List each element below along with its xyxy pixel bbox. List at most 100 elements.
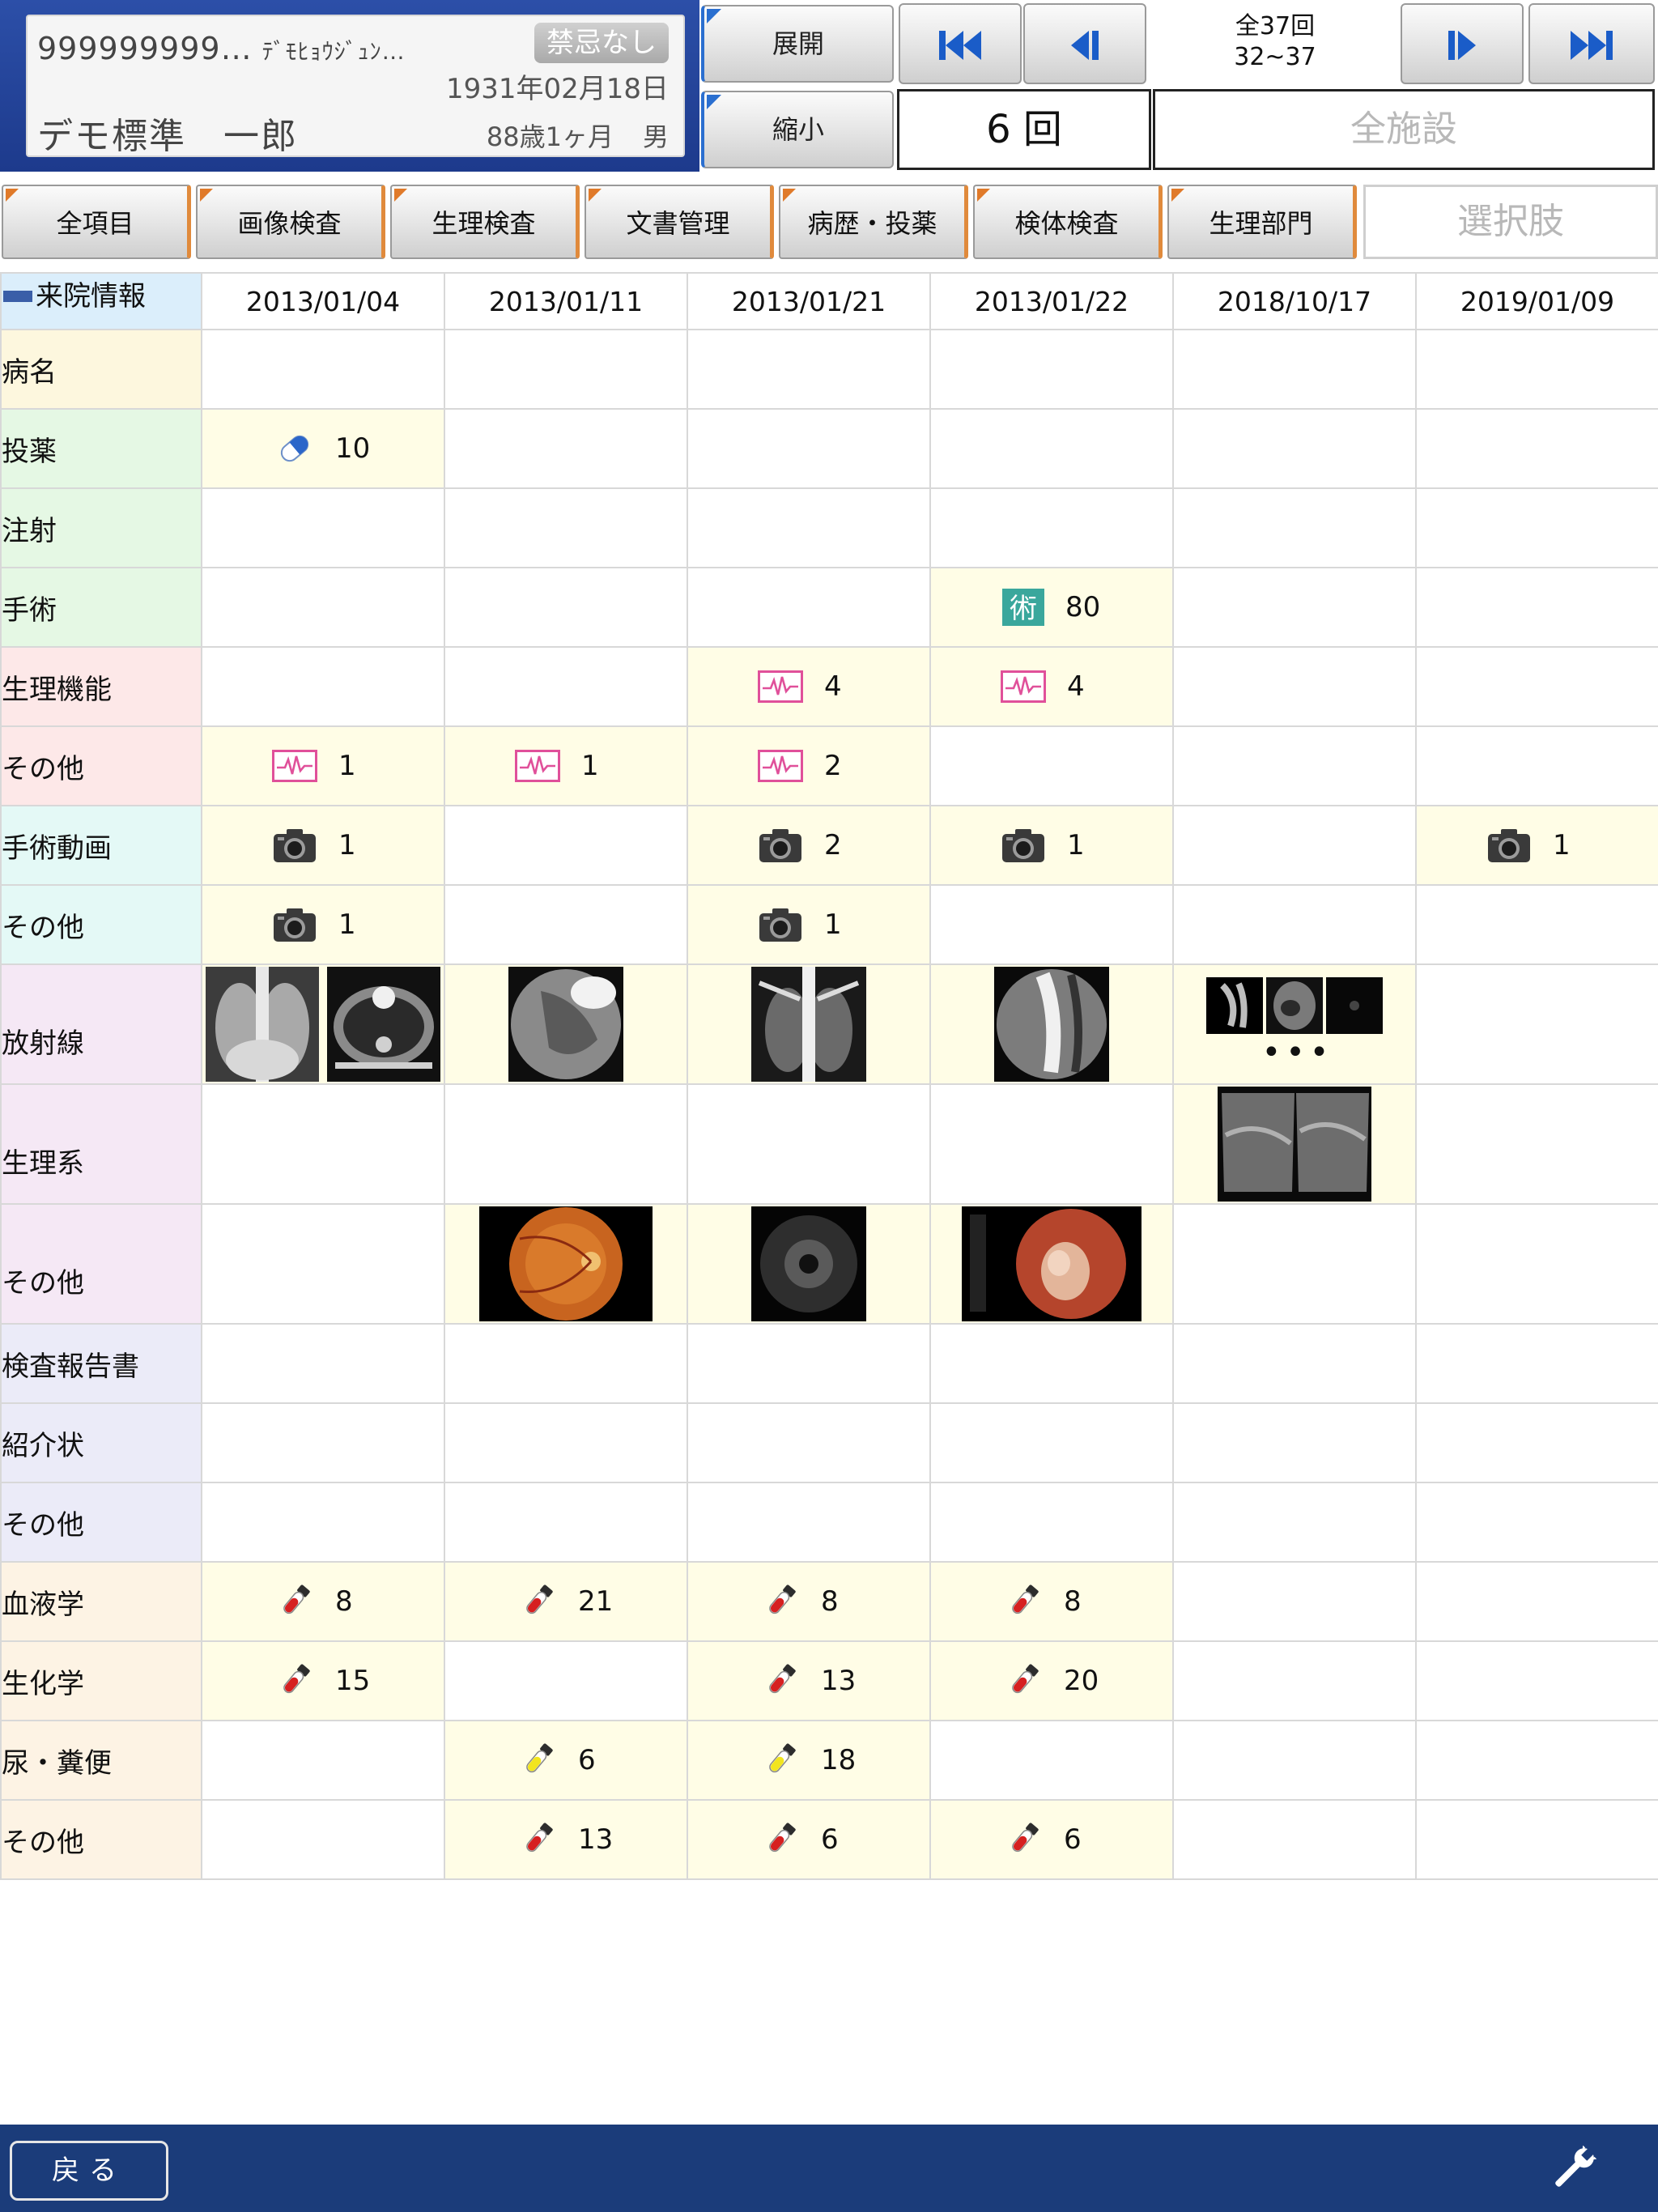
table-row: その他: [0, 1482, 1658, 1563]
endoscopy-thumbnail[interactable]: [962, 1206, 1141, 1321]
grid-cell: [1415, 1720, 1658, 1801]
step-back-icon: [1071, 31, 1099, 60]
tab-history-medication[interactable]: 病歴・投薬: [779, 185, 968, 259]
lab-cell[interactable]: 6: [444, 1720, 688, 1801]
fluoroscopy-thumbnail[interactable]: [508, 967, 623, 1082]
lab-cell[interactable]: 21: [444, 1561, 688, 1642]
radiology-cell[interactable]: [687, 963, 931, 1085]
tab-all[interactable]: 全項目: [2, 185, 191, 259]
tab-specimen[interactable]: 検体検査: [973, 185, 1163, 259]
video-cell[interactable]: 1: [1415, 805, 1658, 886]
radiology-cell[interactable]: [444, 963, 688, 1085]
radiology-cell[interactable]: [929, 963, 1174, 1085]
row-label: 手術: [0, 567, 202, 648]
facility-select[interactable]: 全施設: [1153, 89, 1655, 170]
lab-cell[interactable]: 8: [687, 1561, 931, 1642]
visit-count-display[interactable]: 6 回: [897, 89, 1151, 170]
table-row: 病名: [0, 329, 1658, 410]
video-cell[interactable]: 1: [201, 884, 445, 965]
medication-cell[interactable]: 10: [201, 408, 445, 489]
date-column-header[interactable]: 2013/01/22: [929, 272, 1174, 330]
blood-tube-icon: [761, 1820, 800, 1859]
lab-cell[interactable]: 8: [201, 1561, 445, 1642]
video-cell[interactable]: 2: [687, 805, 931, 886]
more-images-indicator[interactable]: •••: [1262, 1034, 1334, 1071]
grid-cell: [444, 1323, 688, 1404]
head-ct-thumbnail[interactable]: [1266, 977, 1323, 1034]
option-select[interactable]: 選択肢: [1363, 185, 1658, 259]
grid-cell: [1415, 1203, 1658, 1325]
date-column-header[interactable]: 2013/01/11: [444, 272, 688, 330]
lab-cell[interactable]: 13: [687, 1640, 931, 1721]
grid-cell: [201, 487, 445, 568]
fundus-photo-thumbnail[interactable]: [479, 1206, 653, 1321]
date-column-header[interactable]: 2013/01/21: [687, 272, 931, 330]
first-page-button[interactable]: [899, 3, 1022, 84]
lab-cell[interactable]: 13: [444, 1799, 688, 1880]
grid-cell: [1415, 725, 1658, 806]
grid-cell: [929, 1482, 1174, 1563]
physiology-cell[interactable]: 1: [201, 725, 445, 806]
prev-page-button[interactable]: [1023, 3, 1146, 84]
ct-3d-thumbnail[interactable]: [1206, 977, 1263, 1034]
date-column-header[interactable]: 2013/01/04: [201, 272, 445, 330]
blood-tube-icon: [518, 1582, 557, 1621]
date-column-header[interactable]: 2019/01/09: [1415, 272, 1658, 330]
table-row: 検査報告書: [0, 1323, 1658, 1404]
chest-xray-thumbnail[interactable]: [751, 967, 866, 1082]
surgery-cell[interactable]: 術 80: [929, 567, 1174, 648]
video-cell[interactable]: 1: [201, 805, 445, 886]
image-cell[interactable]: [929, 1203, 1174, 1325]
lab-cell[interactable]: 8: [929, 1561, 1174, 1642]
shrink-button[interactable]: 縮小: [701, 91, 894, 168]
physiology-cell[interactable]: 4: [929, 646, 1174, 727]
lab-cell[interactable]: 18: [687, 1720, 931, 1801]
grid-cell: [687, 1083, 931, 1205]
item-count: 8: [1064, 1585, 1082, 1618]
patient-age-sex: 88歳1ヶ月男: [487, 117, 669, 154]
item-count: 6: [821, 1823, 839, 1856]
wrench-icon[interactable]: [1548, 2142, 1600, 2194]
physiology-cell[interactable]: 1: [444, 725, 688, 806]
date-column-header[interactable]: 2018/10/17: [1172, 272, 1417, 330]
visit-info-header[interactable]: 来院情報: [0, 272, 202, 330]
physiology-cell[interactable]: 4: [687, 646, 931, 727]
last-page-button[interactable]: [1528, 3, 1655, 84]
ct-scan-thumbnail[interactable]: [326, 967, 440, 1082]
patient-birthdate: 1931年02月18日: [445, 73, 669, 105]
image-cell[interactable]: [444, 1203, 688, 1325]
corner-marker: [200, 189, 213, 202]
ivus-thumbnail[interactable]: [751, 1206, 866, 1321]
grid-cell: [201, 1799, 445, 1880]
video-cell[interactable]: 1: [687, 884, 931, 965]
back-button[interactable]: 戻る: [10, 2141, 168, 2201]
fluoroscopy-thumbnail[interactable]: [994, 967, 1109, 1082]
grid-cell: [1415, 1402, 1658, 1483]
collapse-icon[interactable]: [3, 290, 32, 302]
lab-cell[interactable]: 6: [929, 1799, 1174, 1880]
mri-thumbnail[interactable]: [1326, 977, 1383, 1034]
tab-documents[interactable]: 文書管理: [585, 185, 774, 259]
radiology-cell[interactable]: •••: [1172, 963, 1417, 1085]
physiology-cell[interactable]: 2: [687, 725, 931, 806]
next-page-button[interactable]: [1401, 3, 1524, 84]
tab-physiology[interactable]: 生理検査: [390, 185, 580, 259]
chest-xray-thumbnail[interactable]: [206, 967, 320, 1082]
lab-cell[interactable]: 20: [929, 1640, 1174, 1721]
expand-button[interactable]: 展開: [701, 5, 894, 83]
row-label: 生理機能: [0, 646, 202, 727]
grid-cell: [929, 884, 1174, 965]
physiology-image-cell[interactable]: [1172, 1083, 1417, 1205]
tab-physiology-dept[interactable]: 生理部門: [1167, 185, 1357, 259]
ultrasound-thumbnail[interactable]: [1218, 1087, 1371, 1202]
grid-cell: [201, 567, 445, 648]
lab-cell[interactable]: 15: [201, 1640, 445, 1721]
lab-cell[interactable]: 6: [687, 1799, 931, 1880]
patient-card[interactable]: 999999999… ﾃﾞﾓﾋｮｳｼﾞｭﾝ… 禁忌なし 1931年02月18日 デ…: [26, 15, 685, 157]
video-cell[interactable]: 1: [929, 805, 1174, 886]
image-cell[interactable]: [687, 1203, 931, 1325]
radiology-cell[interactable]: [201, 963, 445, 1085]
tab-imaging[interactable]: 画像検査: [196, 185, 385, 259]
camera-icon: [272, 827, 317, 864]
blood-tube-icon: [1004, 1582, 1043, 1621]
